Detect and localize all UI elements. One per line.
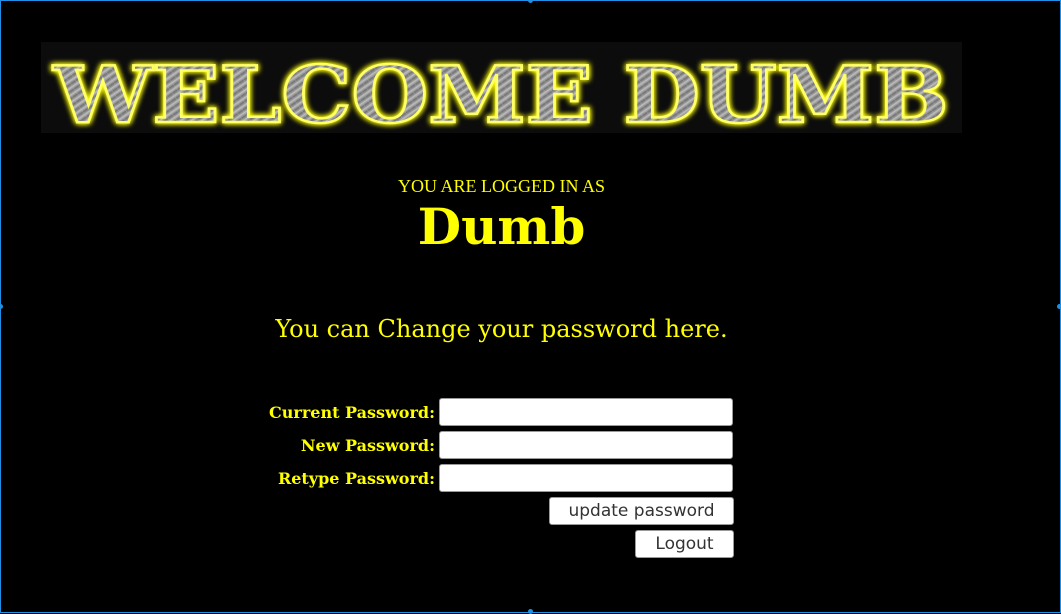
welcome-banner: WELCOME DUMB xyxy=(41,42,962,133)
new-password-field[interactable] xyxy=(439,431,733,459)
new-password-row: New Password: xyxy=(200,431,740,461)
update-password-button[interactable]: update password xyxy=(549,497,734,525)
current-password-label: Current Password: xyxy=(269,403,435,422)
logged-in-label: YOU ARE LOGGED IN AS xyxy=(398,176,605,196)
welcome-banner-graphic: WELCOME DUMB xyxy=(51,49,950,133)
new-password-label: New Password: xyxy=(300,436,435,455)
selection-handle-bottom xyxy=(528,609,533,614)
current-password-field[interactable] xyxy=(439,398,733,426)
retype-password-label: Retype Password: xyxy=(277,469,435,488)
selection-handle-left xyxy=(0,304,3,309)
selection-handle-top xyxy=(528,0,533,3)
retype-password-field[interactable] xyxy=(439,464,733,492)
change-password-message: You can Change your password here. xyxy=(275,315,728,343)
selection-handle-right xyxy=(1057,304,1061,309)
logout-button[interactable]: Logout xyxy=(635,530,734,558)
welcome-banner-text: WELCOME DUMB xyxy=(52,50,948,133)
retype-password-row: Retype Password: xyxy=(200,464,740,494)
current-password-row: Current Password: xyxy=(200,398,740,428)
username: Dumb xyxy=(417,197,586,256)
